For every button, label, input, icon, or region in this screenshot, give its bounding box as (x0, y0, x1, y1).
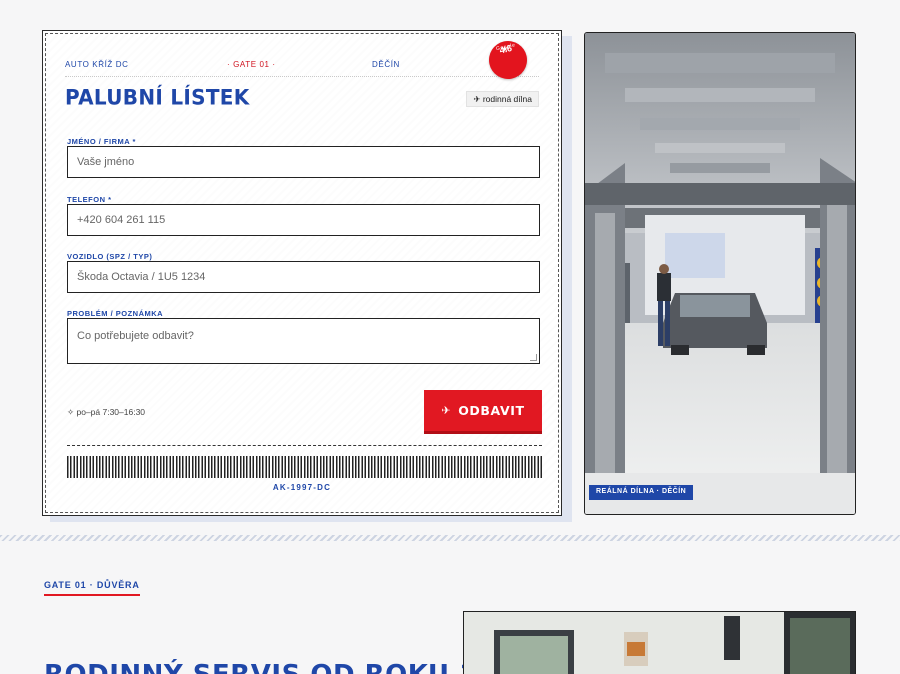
submit-button[interactable]: ✈ ODBAVIT (424, 390, 542, 431)
boarding-pass-form: AUTO KŘÍŽ DC · GATE 01 · DĚČÍN ★ 4.6 Goo… (42, 30, 562, 516)
workshop-photo-illustration (585, 33, 855, 514)
perforation-line (67, 445, 542, 446)
gate-label: · GATE 01 · (227, 60, 276, 69)
ticket-title: PALUBNÍ LÍSTEK (65, 84, 250, 110)
resize-handle-icon[interactable] (530, 354, 537, 361)
note-textarea[interactable]: Co potřebujete odbavit? (67, 318, 540, 364)
note-label: PROBLÉM / POZNÁMKA (67, 309, 164, 318)
workshop-photo: REÁLNÁ DÍLNA · DĚČÍN (584, 32, 856, 515)
ticket-code: AK-1997-DC (272, 483, 332, 492)
opening-hours: ✧ po–pá 7:30–16:30 (67, 407, 146, 417)
photo-caption: REÁLNÁ DÍLNA · DĚČÍN (589, 485, 694, 500)
city-label: DĚČÍN (372, 60, 400, 69)
name-label: JMÉNO / FIRMA * (67, 137, 136, 146)
plane-icon: ✈ (441, 404, 452, 417)
vehicle-label: VOZIDLO (SPZ / TYP) (67, 252, 153, 261)
team-photo (463, 611, 856, 674)
name-input[interactable]: Vaše jméno (67, 146, 540, 178)
section-eyebrow: GATE 01 · DŮVĚRA (44, 580, 140, 596)
team-photo-illustration (464, 612, 855, 674)
zigzag-divider (0, 535, 900, 541)
section-title: RODINNÝ SERVIS OD ROKU 1997 (44, 660, 533, 674)
brand-name: AUTO KŘÍŽ DC (65, 60, 129, 69)
barcode (67, 456, 542, 478)
note-placeholder: Co potřebujete odbavit? (77, 330, 194, 342)
google-rating-badge[interactable]: ★ 4.6 Google (485, 37, 531, 83)
submit-label: ODBAVIT (458, 403, 525, 418)
ticket-header: AUTO KŘÍŽ DC · GATE 01 · DĚČÍN ★ 4.6 Goo… (65, 37, 539, 83)
family-workshop-tag: ✈ rodinná dílna (466, 91, 539, 107)
phone-input[interactable]: +420 604 261 115 (67, 204, 540, 236)
phone-label: TELEFON * (67, 195, 112, 204)
vehicle-input[interactable]: Škoda Octavia / 1U5 1234 (67, 261, 540, 293)
